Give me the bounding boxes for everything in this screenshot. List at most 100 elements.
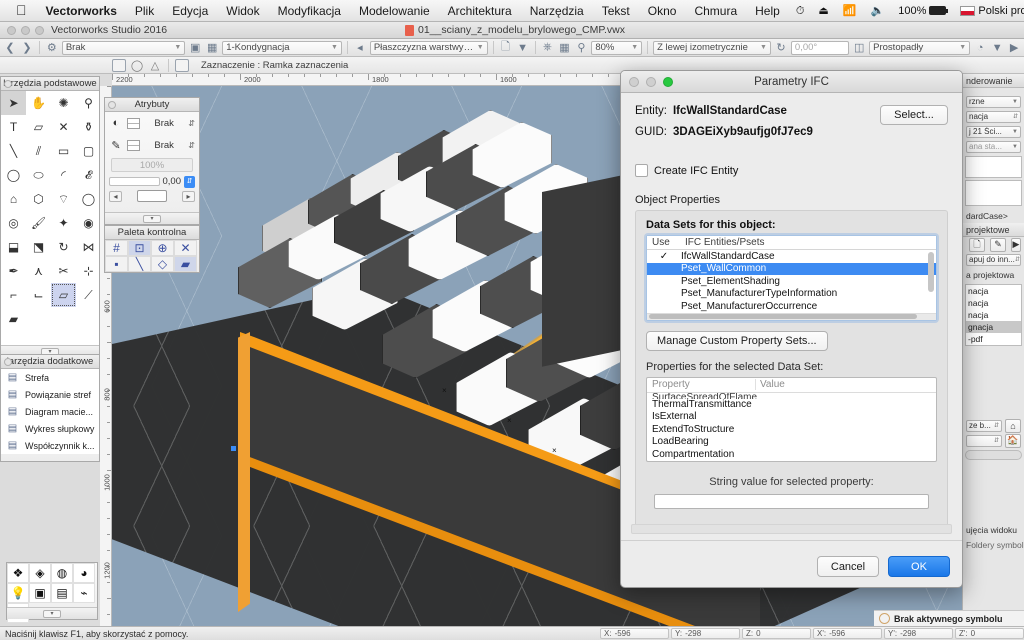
house-green-icon[interactable]: 🏠: [1005, 433, 1021, 448]
palette-expander-icon[interactable]: ▾: [43, 609, 61, 618]
stepper-icon[interactable]: ⇵: [184, 175, 195, 188]
design-layer-row[interactable]: gnacja: [966, 321, 1021, 333]
battery-status[interactable]: 100%: [891, 0, 953, 22]
polyline-mode-icon[interactable]: △: [148, 59, 162, 72]
coordinate-field[interactable]: X: -596: [600, 627, 669, 639]
pen-row[interactable]: ✎ Brak ⇵: [105, 134, 199, 156]
slab-tool[interactable]: ▰: [1, 307, 26, 331]
resource-footer[interactable]: ▾: [7, 607, 97, 619]
obj-info-dropdown-1[interactable]: rzne ▼: [966, 95, 1021, 108]
coordinate-field[interactable]: Y': -298: [884, 627, 953, 639]
property-row[interactable]: ExtendToStructure: [647, 424, 936, 437]
plane-nav-icon[interactable]: ◂: [353, 40, 367, 55]
zoom-tool[interactable]: ⚲: [76, 91, 101, 115]
fill-swatch[interactable]: [127, 117, 140, 129]
trim-tool[interactable]: ✂: [51, 259, 76, 283]
gradient-tool[interactable]: ◎: [1, 211, 26, 235]
texture-stone-icon[interactable]: ◈: [29, 563, 51, 583]
spiral-tool[interactable]: 𝓔: [76, 163, 101, 187]
push-pull-tool[interactable]: ⬔: [26, 235, 51, 259]
palette-expander-icon[interactable]: ▾: [143, 214, 161, 223]
design-layer-row[interactable]: nacja: [966, 297, 1021, 309]
menu-item-chmura[interactable]: Chmura: [685, 0, 746, 22]
manage-custom-property-sets-button[interactable]: Manage Custom Property Sets...: [646, 330, 828, 351]
selection-handle[interactable]: [231, 446, 236, 451]
selection-tool[interactable]: ➤: [1, 91, 26, 115]
snap-rotate-icon[interactable]: ⎈: [540, 40, 554, 55]
coordinate-field[interactable]: X': -596: [813, 627, 882, 639]
snap-grid-icon[interactable]: ▦: [557, 40, 571, 55]
dialog-zoom-icon[interactable]: [663, 76, 673, 87]
data-sets-listbox[interactable]: Use IFC Entities/Psets ✓ IfcWallStandardC…: [646, 235, 937, 321]
flyover-tool[interactable]: ✺: [51, 91, 76, 115]
design-layers-dropdown[interactable]: apuj do inn... ⇵: [966, 253, 1021, 266]
callout-tool[interactable]: ▱: [26, 115, 51, 139]
forward-arrow-icon[interactable]: ❯: [20, 40, 34, 55]
split-tool[interactable]: ⊹: [76, 259, 101, 283]
properties-listbox[interactable]: Property Value SurfaceSpreadOfFlame Therm…: [646, 376, 937, 462]
light-icon[interactable]: 💡: [7, 583, 29, 603]
dialog-minimize-icon[interactable]: [646, 76, 656, 87]
data-set-use-cell[interactable]: ✓: [647, 251, 681, 262]
extra-tool-row[interactable]: ▤ Strefa: [1, 369, 99, 386]
data-set-row[interactable]: Pset_ManufacturerOccurrence: [647, 300, 936, 313]
angle-field[interactable]: 0,00°: [790, 40, 850, 55]
chevron-down-icon[interactable]: ▼: [990, 40, 1004, 55]
extra-tools-list[interactable]: ▤ Strefa ▤ Powiązanie stref ▤ Diagram macie..…: [1, 369, 99, 454]
double-line-tool[interactable]: ⫽: [26, 139, 51, 163]
obj-info-row-2[interactable]: nacja ⇵: [963, 109, 1024, 124]
chamfer-tool[interactable]: ⌙: [26, 283, 51, 307]
thickness-slider-row[interactable]: 0,00 ⇵: [105, 174, 199, 189]
close-icon[interactable]: [7, 25, 16, 35]
coordinate-field[interactable]: Y: -298: [671, 627, 740, 639]
menu-item-modyfikacja[interactable]: Modyfikacja: [269, 0, 350, 22]
rectangle-tool[interactable]: ▭: [51, 139, 76, 163]
property-row[interactable]: IsExternal: [647, 411, 936, 424]
right-panel-column[interactable]: nderowanie rzne ▼ nacja ⇵ j 21 Ści... ▼ ana…: [962, 74, 1024, 626]
coordinate-field[interactable]: Z: 0: [742, 627, 811, 639]
data-set-row[interactable]: ✓ IfcWallStandardCase: [647, 250, 936, 263]
zoom-icon[interactable]: [35, 25, 44, 35]
coordinate-field[interactable]: Z': 0: [955, 627, 1024, 639]
palette-close-icon[interactable]: [108, 101, 116, 109]
home-icon[interactable]: ⌂: [1005, 418, 1021, 433]
property-row[interactable]: Compartmentation: [647, 449, 936, 462]
apple-icon[interactable]: : [6, 0, 37, 22]
menu-item-okno[interactable]: Okno: [639, 0, 686, 22]
dialog-title-bar[interactable]: Parametry IFC: [621, 71, 962, 93]
create-ifc-entity-checkbox[interactable]: [635, 164, 648, 177]
ellipse-tool[interactable]: ⬭: [26, 163, 51, 187]
data-sets-vscrollbar[interactable]: [928, 252, 934, 292]
property-row[interactable]: ThermalTransmittance: [647, 399, 936, 412]
bottom-panel-scrollbar[interactable]: [965, 450, 1022, 460]
snap-smart-point-button[interactable]: ▪: [105, 256, 128, 272]
chevron-right-icon[interactable]: ▶: [1007, 40, 1021, 55]
snap-smart-edge-button[interactable]: ╲: [128, 256, 151, 272]
wall-edit-tool[interactable]: ⟋: [76, 283, 101, 307]
design-layers-dropdown-row[interactable]: apuj do inn... ⇵: [963, 252, 1024, 267]
window-traffic-lights[interactable]: [0, 25, 51, 35]
input-source[interactable]: Polski pro: [953, 0, 1024, 22]
plane-dropdown[interactable]: Płaszczyzna warstwy projek...▼: [369, 40, 488, 55]
pan-tool[interactable]: ✋: [26, 91, 51, 115]
extra-tool-row[interactable]: ▤ Wykres słupkowy: [1, 420, 99, 437]
palette-close-icon[interactable]: [4, 358, 12, 366]
menu-item-widok[interactable]: Widok: [217, 0, 268, 22]
page-icon[interactable]: 🗋: [499, 40, 513, 55]
basic-tools-grid[interactable]: ➤ ✋ ✺ ⚲ T ▱ ✕ ⚱ ╲ ⫽ ▭ ▢ ◯ ⬭ ◜ 𝓔 ⌂ ⬡ ⌔ ◯ ◎ 🖌 ✦ ◉ ⬓ ⬔ ↻ ⋈ ✒ ⋏ ✂ ⊹ ⌐ ⌙ ▱ ⟋ ▰: [1, 91, 99, 355]
attr-button-row[interactable]: ◂ ▸: [105, 189, 199, 203]
coordinate-bar[interactable]: X: -596 Y: -298 Z: 0 X': -596 Y': -298 Z': 0: [600, 626, 1024, 640]
oval-tool[interactable]: ◯: [76, 187, 101, 211]
ok-button[interactable]: OK: [888, 556, 950, 577]
design-layers-list[interactable]: nacja nacja nacja gnacja -pdf: [965, 284, 1022, 346]
fillet-tool[interactable]: ⌐: [1, 283, 26, 307]
scrollbar-thumb[interactable]: [649, 314, 917, 319]
extra-tools-palette[interactable]: larzędzia dodatkowe ▤ Strefa ▤ Powiązanie s…: [0, 354, 100, 462]
menu-item-architektura[interactable]: Architektura: [439, 0, 521, 22]
data-set-row[interactable]: Pset_ElementShading: [647, 275, 936, 288]
zoom-dropdown[interactable]: 80% ▼: [591, 40, 643, 55]
obj-info-dropdown-4[interactable]: ana sta... ▼: [966, 140, 1021, 153]
snap-distance-button[interactable]: ◇: [151, 256, 174, 272]
wifi-icon[interactable]: 📶: [836, 0, 864, 22]
prev-attr-button[interactable]: ◂: [109, 190, 122, 202]
